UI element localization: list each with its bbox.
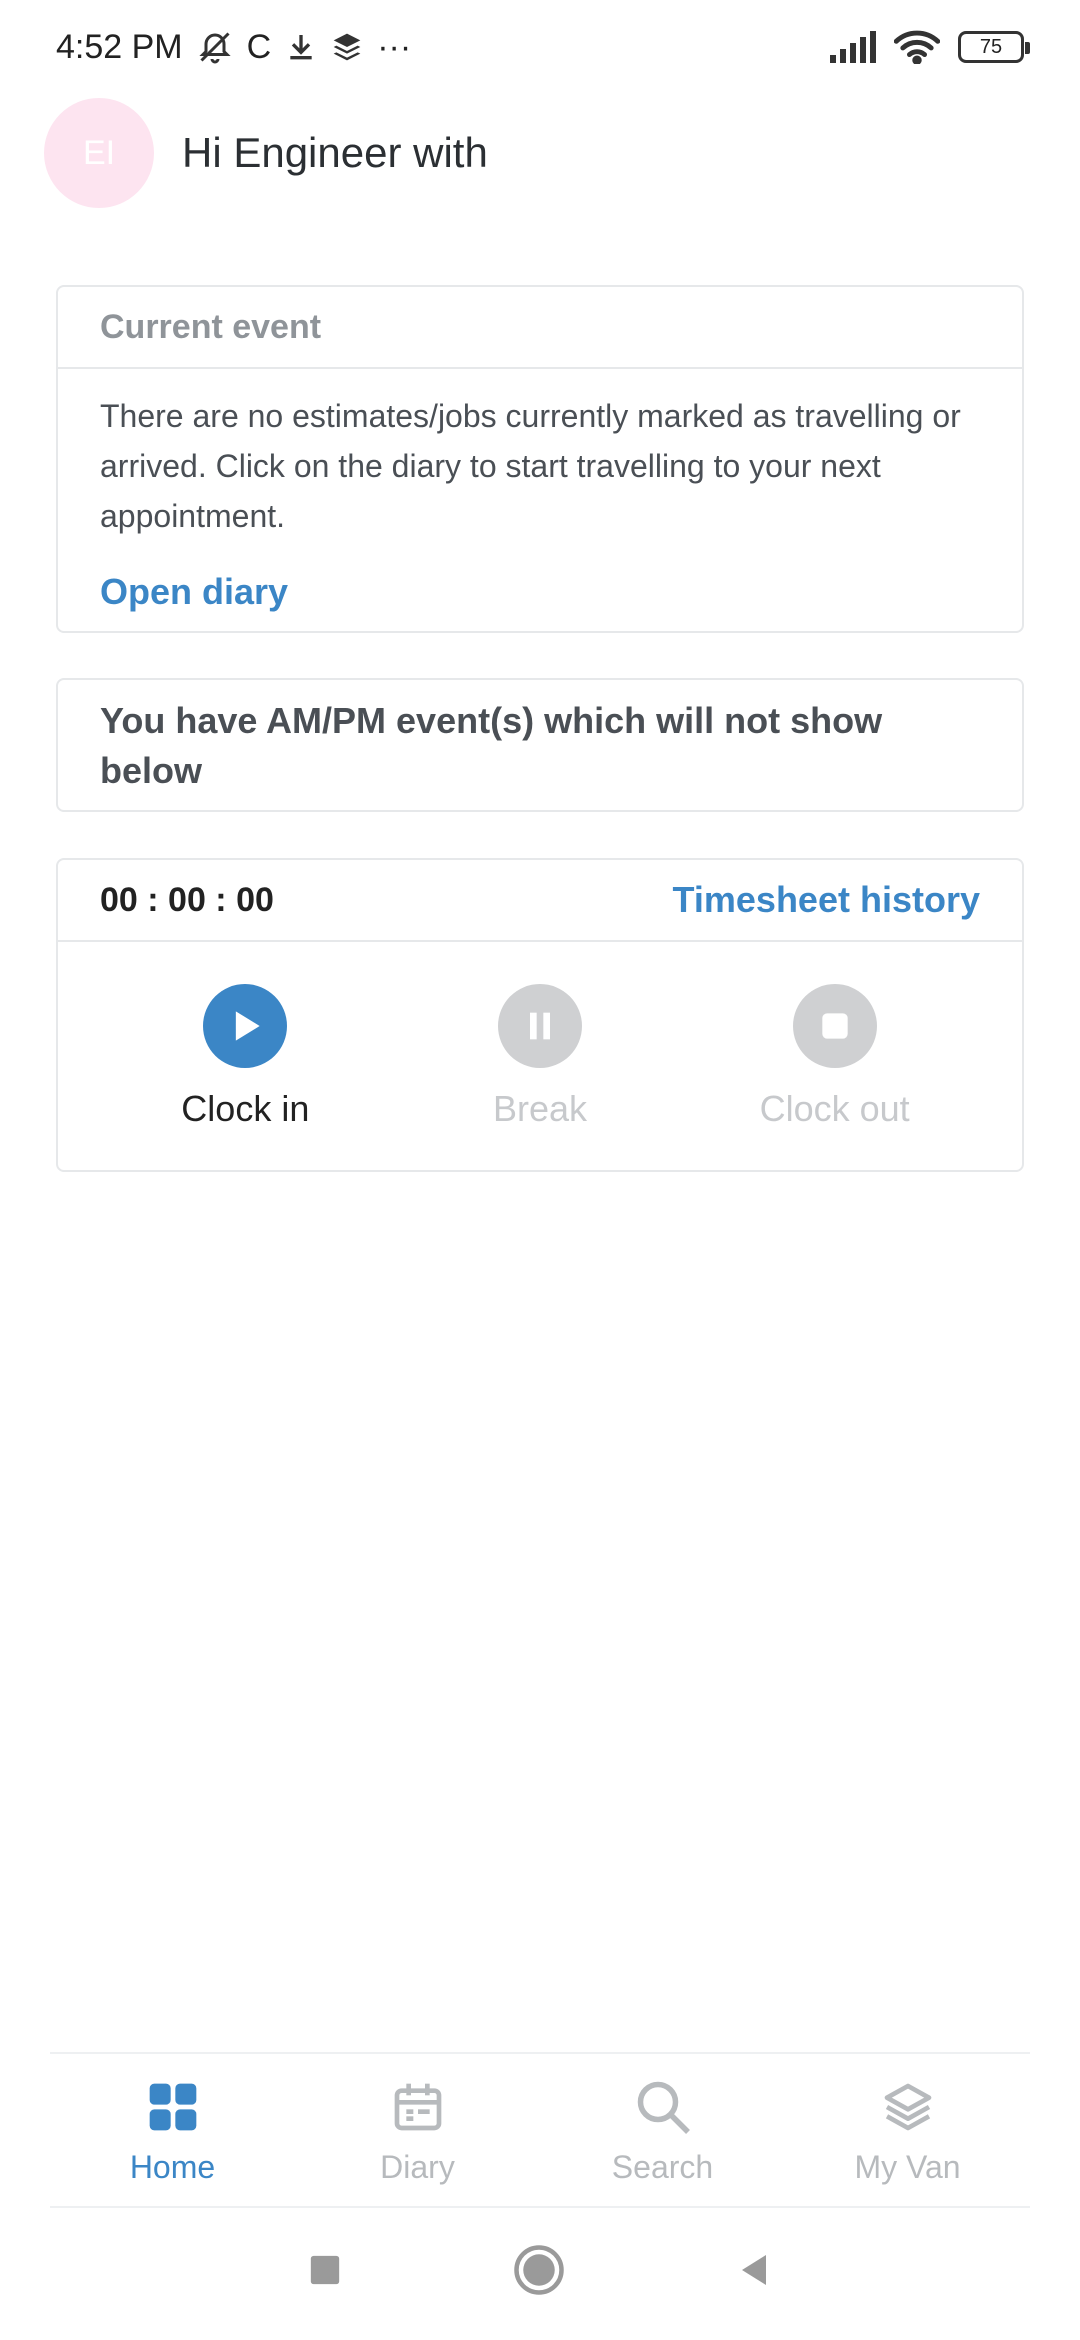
battery-icon: 75	[958, 31, 1030, 63]
timesheet-card: 00 : 00 : 00 Timesheet history Clock in …	[56, 858, 1024, 1172]
current-event-message: There are no estimates/jobs currently ma…	[100, 398, 961, 534]
nav-label-home: Home	[129, 2148, 216, 2185]
back-button[interactable]	[736, 2251, 772, 2289]
clock-in-label: Clock in	[181, 1088, 310, 1129]
nav-label-my-van: My Van	[854, 2148, 961, 2185]
avatar[interactable]: EI	[44, 98, 154, 208]
mute-bell-icon	[197, 29, 233, 65]
bottom-nav: Home Diary Search My Van	[50, 2052, 1030, 2208]
timesheet-header: 00 : 00 : 00 Timesheet history	[58, 860, 1022, 942]
break-button[interactable]: Break	[410, 984, 670, 1130]
nav-label-diary: Diary	[380, 2148, 455, 2185]
timesheet-actions: Clock in Break Clock out	[58, 942, 1022, 1130]
status-left: 4:52 PM C ···	[56, 28, 411, 67]
play-icon	[203, 984, 288, 1068]
status-time: 4:52 PM	[56, 27, 183, 66]
stop-icon	[792, 984, 877, 1068]
home-button[interactable]	[512, 2243, 566, 2297]
status-right: 75	[828, 30, 1030, 64]
nav-item-my-van[interactable]: My Van	[785, 2054, 1030, 2206]
nav-item-search[interactable]: Search	[540, 2054, 785, 2206]
clock-in-button[interactable]: Clock in	[115, 984, 375, 1130]
header: EI Hi Engineer with	[44, 98, 488, 208]
calendar-icon	[386, 2075, 450, 2139]
open-diary-link[interactable]: Open diary	[100, 571, 288, 613]
search-icon	[631, 2075, 695, 2139]
clock-out-label: Clock out	[759, 1088, 910, 1129]
layers-status-icon	[331, 31, 363, 63]
clock-out-button[interactable]: Clock out	[705, 984, 965, 1130]
system-nav	[0, 2220, 1080, 2320]
ampm-notice-text: You have AM/PM event(s) which will not s…	[100, 700, 883, 791]
nav-label-search: Search	[611, 2148, 714, 2185]
recents-button[interactable]	[308, 2253, 342, 2287]
carrier-letter: C	[246, 27, 272, 66]
nav-item-diary[interactable]: Diary	[295, 2054, 540, 2206]
current-event-body: There are no estimates/jobs currently ma…	[58, 369, 1022, 613]
more-indicator: ···	[377, 27, 412, 66]
break-label: Break	[492, 1088, 587, 1129]
current-event-card: Current event There are no estimates/job…	[56, 285, 1024, 633]
current-event-header: Current event	[58, 287, 1022, 369]
download-icon	[285, 31, 317, 63]
pause-icon	[497, 984, 582, 1068]
nav-item-home[interactable]: Home	[50, 2054, 295, 2206]
timesheet-history-link[interactable]: Timesheet history	[673, 879, 980, 921]
timer-value: 00 : 00 : 00	[100, 880, 274, 919]
ampm-notice-card: You have AM/PM event(s) which will not s…	[56, 678, 1024, 812]
wifi-icon	[894, 30, 940, 64]
layers-icon	[876, 2075, 940, 2139]
greeting-text: Hi Engineer with	[182, 129, 488, 176]
status-bar: 4:52 PM C ··· 75	[0, 0, 1080, 94]
grid-icon	[141, 2075, 205, 2139]
signal-icon	[828, 31, 876, 63]
current-event-title: Current event	[100, 307, 322, 346]
